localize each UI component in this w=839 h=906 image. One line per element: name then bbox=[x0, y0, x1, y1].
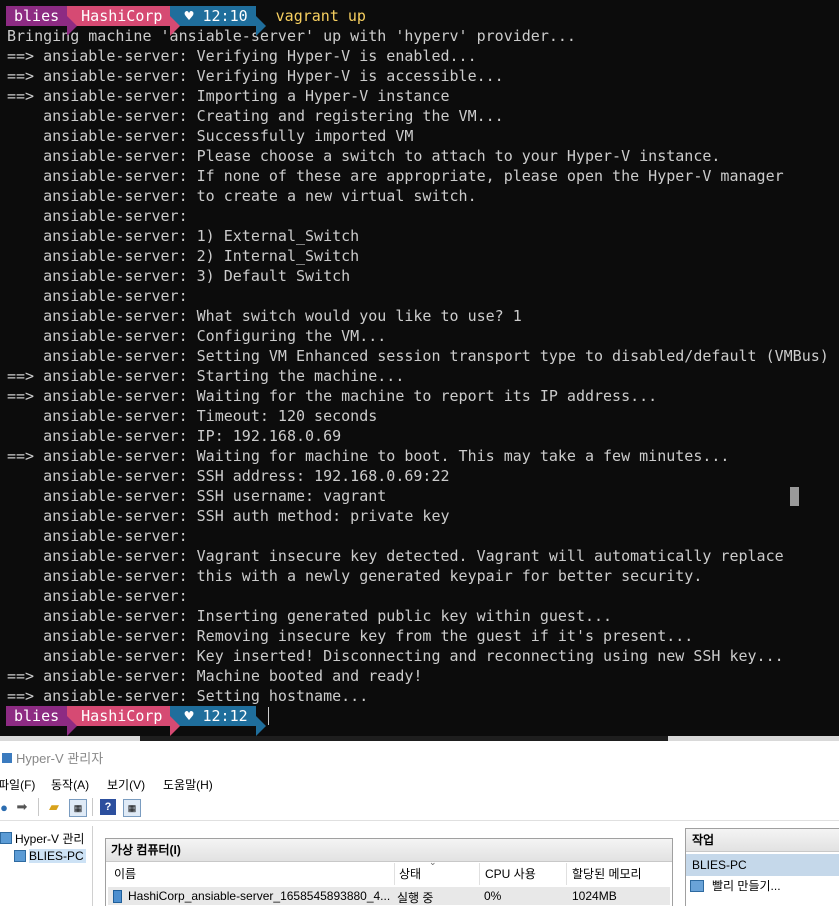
column-header-memory[interactable]: 할당된 메모리 bbox=[572, 865, 642, 882]
tree-item-label: BLIES-PC bbox=[29, 849, 86, 863]
action-label: 빨리 만들기... bbox=[712, 879, 781, 893]
output-line: ansiable-server: 2) Internal_Switch bbox=[7, 247, 360, 265]
output-line: ansiable-server: Successfully imported V… bbox=[7, 127, 414, 145]
output-line: ansiable-server: bbox=[7, 207, 188, 225]
quick-create-icon bbox=[690, 880, 704, 892]
virtual-machines-pane: 가상 컴퓨터(I) 이름 상태 ⌄ CPU 사용 할당된 메모리 HashiCo… bbox=[105, 838, 673, 906]
menu-action[interactable]: 동작(A) bbox=[51, 776, 89, 793]
output-line: ansiable-server: Key inserted! Disconnec… bbox=[7, 647, 784, 665]
output-line: ansiable-server: Please choose a switch … bbox=[7, 147, 721, 165]
output-line: ==> ansiable-server: Importing a Hyper-V… bbox=[7, 87, 450, 105]
output-line: ==> ansiable-server: Verifying Hyper-V i… bbox=[7, 47, 477, 65]
output-line: ansiable-server: SSH auth method: privat… bbox=[7, 507, 450, 525]
help-icon[interactable]: ? bbox=[100, 799, 116, 815]
console-tree: Hyper-V 관리 BLIES-PC bbox=[0, 826, 93, 906]
menu-file[interactable]: 파일(F) bbox=[0, 776, 35, 793]
output-line: ansiable-server: to create a new virtual… bbox=[7, 187, 477, 205]
actions-pane: 작업 BLIES-PC 빨리 만들기... bbox=[685, 828, 839, 906]
table-row[interactable]: HashiCorp_ansiable-server_1658545893880_… bbox=[108, 887, 670, 905]
output-line: ansiable-server: IP: 192.168.0.69 bbox=[7, 427, 342, 445]
hyperv-manager-icon bbox=[0, 832, 12, 844]
back-icon[interactable]: ● bbox=[0, 799, 12, 815]
prompt-git-segment: HashiCorp bbox=[67, 706, 171, 726]
prompt-line[interactable]: blies HashiCorp ♥ 12:12 bbox=[6, 706, 269, 736]
hyperv-manager-window[interactable]: Hyper-V 관리자 파일(F) 동작(A) 보기(V) 도움말(H) ● ➡… bbox=[0, 736, 839, 906]
command-text: vagrant up bbox=[275, 7, 366, 25]
output-line: ansiable-server: bbox=[7, 527, 188, 545]
output-line: ==> ansiable-server: Waiting for the mac… bbox=[7, 387, 658, 405]
output-line: ==> ansiable-server: Machine booted and … bbox=[7, 667, 423, 685]
vm-cpu-cell: 0% bbox=[484, 889, 502, 903]
output-line: Bringing machine 'ansiable-server' up wi… bbox=[7, 27, 576, 45]
menu-view[interactable]: 보기(V) bbox=[107, 776, 145, 793]
output-line: ==> ansiable-server: Setting hostname... bbox=[7, 687, 369, 705]
output-line: ansiable-server: Configuring the VM... bbox=[7, 327, 387, 345]
vm-icon bbox=[113, 890, 122, 904]
output-line: ansiable-server: bbox=[7, 587, 188, 605]
output-line: ansiable-server: Timeout: 120 seconds bbox=[7, 407, 378, 425]
output-line: ==> ansiable-server: Starting the machin… bbox=[7, 367, 405, 385]
output-line: ansiable-server: Vagrant insecure key de… bbox=[7, 547, 784, 565]
column-divider bbox=[566, 863, 567, 885]
column-header-cpu[interactable]: CPU 사용 bbox=[485, 865, 536, 882]
console-tree-icon[interactable]: ▦ bbox=[69, 799, 87, 817]
tree-item-server[interactable]: BLIES-PC bbox=[14, 848, 86, 864]
prompt-time-segment: ♥ 12:12 bbox=[170, 706, 256, 726]
vm-state-cell: 실행 중 bbox=[397, 891, 434, 905]
prompt-time-segment: ♥ 12:10 bbox=[170, 6, 256, 26]
toolbar-separator bbox=[38, 798, 39, 816]
toolbar-separator bbox=[92, 798, 93, 816]
output-line: ansiable-server: SSH address: 192.168.0.… bbox=[7, 467, 450, 485]
menu-bar: 파일(F) 동작(A) 보기(V) 도움말(H) bbox=[0, 772, 839, 794]
output-line: ansiable-server: Inserting generated pub… bbox=[7, 607, 613, 625]
prompt-git-segment: HashiCorp bbox=[67, 6, 171, 26]
output-line: ansiable-server: Creating and registerin… bbox=[7, 107, 504, 125]
prompt-user-segment: blies bbox=[6, 706, 68, 726]
output-line: ansiable-server: SSH username: vagrant bbox=[7, 487, 387, 505]
sort-chevron-icon: ⌄ bbox=[429, 857, 437, 867]
menu-help[interactable]: 도움말(H) bbox=[163, 776, 213, 793]
column-header-name[interactable]: 이름 bbox=[114, 865, 136, 882]
window-title: Hyper-V 관리자 bbox=[16, 751, 104, 766]
prompt-user-segment: blies bbox=[6, 6, 68, 26]
output-line: ansiable-server: 3) Default Switch bbox=[7, 267, 351, 285]
title-bar[interactable]: Hyper-V 관리자 bbox=[0, 741, 839, 771]
actions-title: 작업 bbox=[686, 829, 839, 852]
text-cursor[interactable] bbox=[267, 707, 269, 725]
output-line: ansiable-server: Removing insecure key f… bbox=[7, 627, 694, 645]
action-pane-icon[interactable]: ▦ bbox=[123, 799, 141, 817]
folder-up-icon[interactable]: ▰ bbox=[46, 799, 62, 815]
output-line: ansiable-server: Setting VM Enhanced ses… bbox=[7, 347, 829, 365]
terminal-window[interactable]: blies HashiCorp ♥ 12:10 vagrant up Bring… bbox=[0, 0, 839, 736]
prompt-line: blies HashiCorp ♥ 12:10 vagrant up bbox=[6, 6, 366, 36]
output-line: ansiable-server: What switch would you l… bbox=[7, 307, 522, 325]
column-divider bbox=[394, 863, 395, 885]
output-line: ansiable-server: bbox=[7, 287, 188, 305]
pane-title: 가상 컴퓨터(I) bbox=[106, 839, 672, 862]
output-line: ansiable-server: If none of these are ap… bbox=[7, 167, 784, 185]
output-line: ==> ansiable-server: Verifying Hyper-V i… bbox=[7, 67, 504, 85]
output-line: ==> ansiable-server: Waiting for machine… bbox=[7, 447, 730, 465]
vm-memory-cell: 1024MB bbox=[572, 889, 617, 903]
hyperv-app-icon bbox=[2, 753, 12, 763]
actions-server-header[interactable]: BLIES-PC bbox=[686, 854, 839, 876]
scroll-caret bbox=[790, 487, 799, 506]
server-icon bbox=[14, 850, 26, 862]
toolbar: ● ➡ ▰ ▦ ? ▦ bbox=[0, 794, 839, 821]
forward-icon[interactable]: ➡ bbox=[14, 799, 30, 815]
vm-name: HashiCorp_ansiable-server_1658545893880_… bbox=[128, 889, 391, 903]
output-line: ansiable-server: this with a newly gener… bbox=[7, 567, 703, 585]
column-divider bbox=[479, 863, 480, 885]
output-line: ansiable-server: 1) External_Switch bbox=[7, 227, 360, 245]
column-header-state[interactable]: 상태 bbox=[399, 865, 421, 882]
vm-name-cell: HashiCorp_ansiable-server_1658545893880_… bbox=[113, 889, 391, 904]
tree-item-root[interactable]: Hyper-V 관리 bbox=[0, 830, 84, 846]
quick-create-action[interactable]: 빨리 만들기... bbox=[686, 876, 839, 896]
tree-item-label: Hyper-V 관리 bbox=[15, 831, 85, 846]
